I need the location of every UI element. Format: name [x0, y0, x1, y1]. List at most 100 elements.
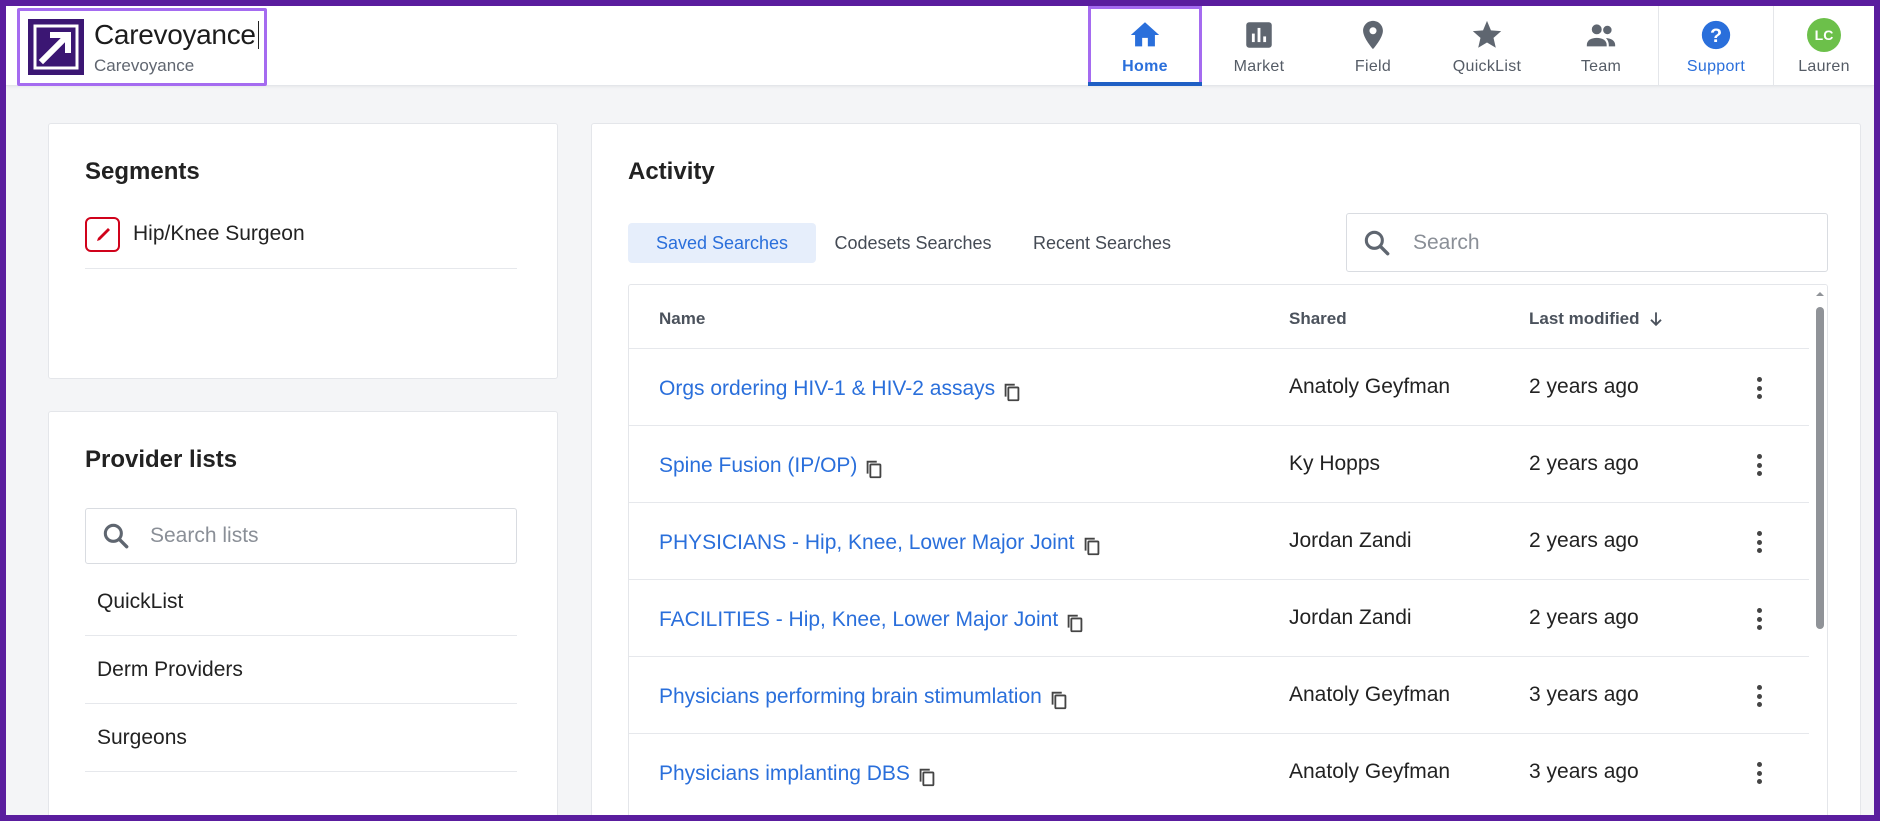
provider-list-item[interactable]: QuickList	[85, 568, 517, 636]
shared-by: Anatoly Geyfman	[1289, 375, 1451, 398]
last-modified: 3 years ago	[1529, 683, 1639, 706]
tab-saved-searches[interactable]: Saved Searches	[628, 223, 816, 263]
provider-list-item[interactable]: Surgeons	[85, 704, 517, 772]
nav-field[interactable]: Field	[1316, 6, 1430, 86]
star-icon	[1472, 20, 1502, 48]
activity-search-input[interactable]	[1413, 230, 1827, 255]
activity-card: Activity Saved Searches Codesets Searche…	[591, 123, 1861, 815]
top-bar: Carevoyance Carevoyance Home Market Fiel…	[6, 6, 1874, 86]
help-circle-icon: ?	[1701, 20, 1731, 50]
nav-user[interactable]: LC Lauren	[1774, 6, 1874, 86]
brand[interactable]: Carevoyance Carevoyance	[17, 8, 267, 86]
shared-by: Anatoly Geyfman	[1289, 760, 1451, 783]
more-options-icon[interactable]	[1749, 527, 1769, 557]
map-pin-icon	[1363, 20, 1383, 50]
home-icon	[1130, 22, 1160, 47]
search-name: Physicians implanting DBS	[659, 762, 910, 785]
main-nav: Home Market Field QuickList Team ? Suppo…	[1088, 6, 1874, 86]
table-row[interactable]: FACILITIES - Hip, Knee, Lower Major Join…	[629, 579, 1809, 656]
provider-lists-card: Provider lists QuickList Derm Providers …	[48, 411, 558, 815]
nav-support-label: Support	[1686, 58, 1746, 75]
search-lists-input[interactable]	[150, 524, 516, 548]
tab-recent-searches[interactable]: Recent Searches	[1012, 223, 1192, 263]
column-header-last-modified[interactable]: Last modified	[1529, 309, 1666, 329]
table-row[interactable]: PHYSICIANS - Hip, Knee, Lower Major Join…	[629, 502, 1809, 579]
copy-icon[interactable]	[1001, 381, 1023, 403]
shared-by: Jordan Zandi	[1289, 529, 1412, 552]
copy-icon[interactable]	[1048, 689, 1070, 711]
last-modified: 2 years ago	[1529, 606, 1639, 629]
segment-label: Hip/Knee Surgeon	[133, 222, 305, 245]
search-name: PHYSICIANS - Hip, Knee, Lower Major Join…	[659, 531, 1075, 554]
nav-quicklist-label: QuickList	[1452, 58, 1522, 75]
provider-list-item[interactable]: Derm Providers	[85, 636, 517, 704]
search-name: FACILITIES - Hip, Knee, Lower Major Join…	[659, 608, 1059, 631]
table-row[interactable]: Orgs ordering HIV-1 & HIV-2 assays Anato…	[629, 348, 1809, 425]
scroll-thumb[interactable]	[1816, 307, 1824, 629]
search-lists-box	[85, 508, 517, 564]
segments-card: Segments Hip/Knee Surgeon	[48, 123, 558, 379]
tab-codesets-searches[interactable]: Codesets Searches	[818, 223, 1008, 263]
activity-search-box	[1346, 213, 1828, 272]
nav-market[interactable]: Market	[1202, 6, 1316, 86]
nav-market-label: Market	[1233, 58, 1285, 75]
copy-icon[interactable]	[916, 766, 938, 788]
last-modified: 2 years ago	[1529, 375, 1639, 398]
search-name-link[interactable]: Physicians performing brain stimumlation	[659, 683, 1070, 711]
column-header-last-modified-label: Last modified	[1529, 309, 1640, 328]
nav-quicklist[interactable]: QuickList	[1430, 6, 1544, 86]
search-name-link[interactable]: Orgs ordering HIV-1 & HIV-2 assays	[659, 375, 1023, 403]
more-options-icon[interactable]	[1749, 373, 1769, 403]
scalpel-icon	[85, 217, 120, 252]
more-options-icon[interactable]	[1749, 604, 1769, 634]
copy-icon[interactable]	[1081, 535, 1103, 557]
segment-item[interactable]: Hip/Knee Surgeon	[85, 217, 517, 269]
search-icon	[103, 523, 129, 549]
brand-logo	[28, 19, 84, 75]
nav-team-label: Team	[1580, 58, 1622, 75]
app-frame: Carevoyance Carevoyance Home Market Fiel…	[6, 6, 1874, 815]
svg-text:?: ?	[1710, 25, 1722, 47]
last-modified: 2 years ago	[1529, 452, 1639, 475]
saved-searches-table: Name Shared Last modified Orgs ordering …	[628, 284, 1828, 815]
search-icon	[1364, 230, 1390, 255]
nav-home[interactable]: Home	[1088, 6, 1202, 86]
bar-chart-icon	[1246, 22, 1272, 48]
nav-team[interactable]: Team	[1544, 6, 1658, 86]
table-row[interactable]: Physicians performing brain stimumlation…	[629, 656, 1809, 733]
user-name: Lauren	[1798, 58, 1850, 75]
activity-title: Activity	[628, 158, 715, 185]
table-scrollbar[interactable]	[1811, 285, 1828, 815]
more-options-icon[interactable]	[1749, 681, 1769, 711]
search-name-link[interactable]: FACILITIES - Hip, Knee, Lower Major Join…	[659, 606, 1086, 634]
last-modified: 2 years ago	[1529, 529, 1639, 552]
shared-by: Anatoly Geyfman	[1289, 683, 1451, 706]
arrow-down-icon	[1649, 312, 1662, 327]
table-row[interactable]: Physicians implanting DBS Anatoly Geyfma…	[629, 733, 1809, 810]
segments-title: Segments	[85, 158, 200, 185]
column-header-shared[interactable]: Shared	[1289, 309, 1347, 329]
nav-support[interactable]: ? Support	[1659, 6, 1773, 86]
more-options-icon[interactable]	[1749, 450, 1769, 480]
more-options-icon[interactable]	[1749, 758, 1769, 788]
table-row[interactable]: Spine Fusion (IP/OP) Ky Hopps 2 years ag…	[629, 425, 1809, 502]
search-name-link[interactable]: Spine Fusion (IP/OP)	[659, 452, 885, 480]
copy-icon[interactable]	[863, 458, 885, 480]
avatar: LC	[1807, 18, 1841, 52]
scroll-up-icon[interactable]	[1811, 287, 1828, 301]
people-icon	[1586, 24, 1616, 47]
search-name: Spine Fusion (IP/OP)	[659, 454, 858, 477]
shared-by: Ky Hopps	[1289, 452, 1381, 475]
search-name-link[interactable]: PHYSICIANS - Hip, Knee, Lower Major Join…	[659, 529, 1103, 557]
column-header-name[interactable]: Name	[659, 309, 705, 329]
search-name: Physicians performing brain stimumlation	[659, 685, 1042, 708]
provider-lists-title: Provider lists	[85, 446, 238, 473]
shared-by: Jordan Zandi	[1289, 606, 1412, 629]
search-name-link[interactable]: Physicians implanting DBS	[659, 760, 938, 788]
nav-home-label: Home	[1122, 58, 1168, 75]
nav-field-label: Field	[1354, 58, 1392, 75]
brand-subtitle: Carevoyance	[94, 56, 195, 75]
search-name: Orgs ordering HIV-1 & HIV-2 assays	[659, 377, 996, 400]
copy-icon[interactable]	[1064, 612, 1086, 634]
brand-name: Carevoyance	[94, 19, 259, 51]
